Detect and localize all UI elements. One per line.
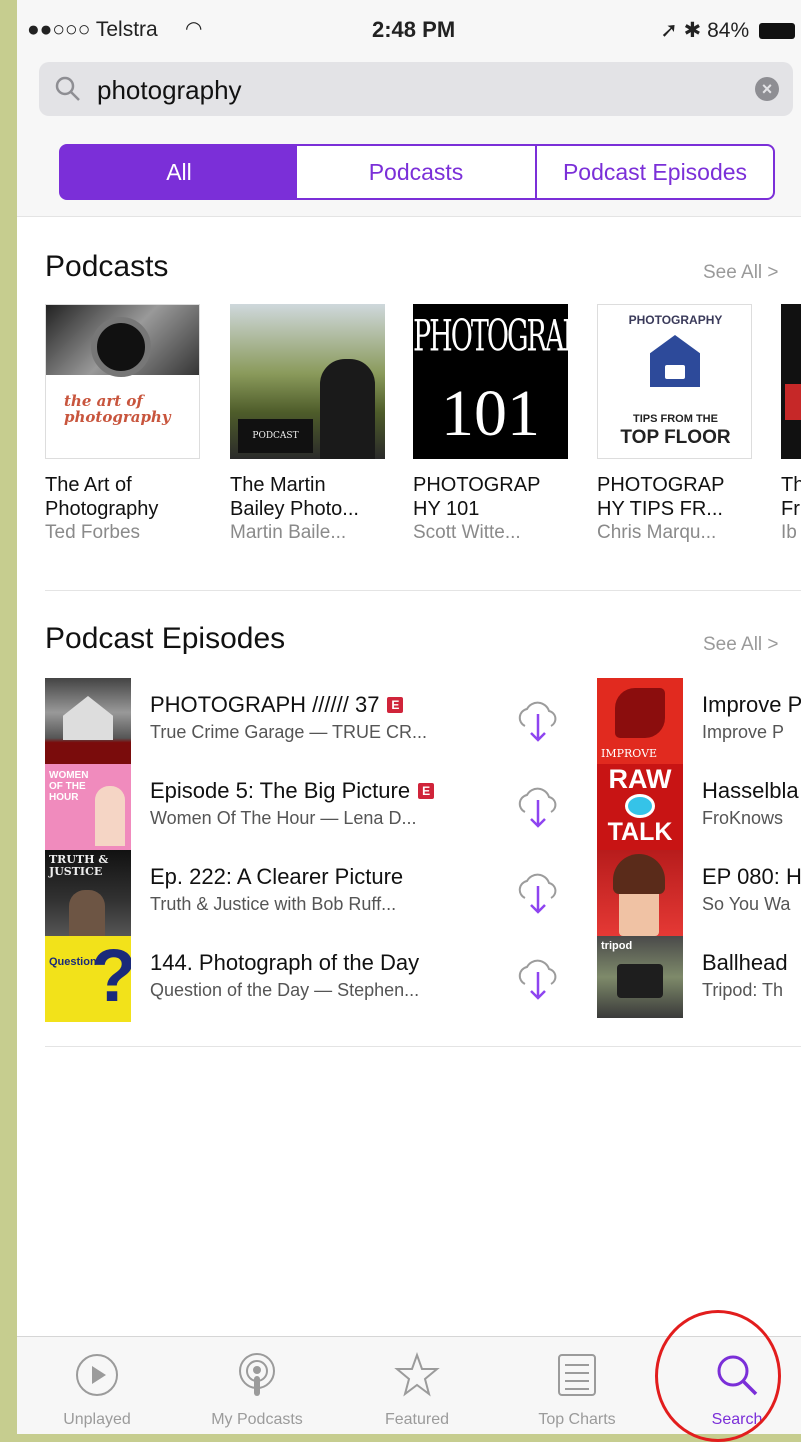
episode-title: 144. Photograph of the Day	[150, 950, 420, 975]
section-divider	[45, 590, 801, 591]
battery-percent: 84%	[707, 19, 750, 42]
episode-row[interactable]: IMPROVE Improve P Improve P	[597, 678, 801, 764]
search-icon	[55, 76, 80, 101]
episode-title: PHOTOGRAPH ////// 37 E	[150, 692, 404, 718]
episode-artwork	[597, 850, 683, 936]
podcast-card[interactable]: PHOTOGRAPHY 101 PHOTOGRAP HY 101 Scott W…	[413, 304, 583, 545]
search-input[interactable]: photography ×	[39, 62, 793, 116]
episode-row[interactable]: WOMEN OF THE HOUR Episode 5: The Big Pic…	[45, 764, 575, 850]
clock: 2:48 PM	[372, 17, 456, 42]
episode-title: Episode 5: The Big Picture E	[150, 778, 435, 804]
segment-podcasts[interactable]: Podcasts	[297, 144, 537, 200]
episode-artwork: IMPROVE	[597, 678, 683, 764]
podcast-card[interactable]: the art of photography The Art of Photog…	[45, 304, 215, 545]
explicit-badge: E	[387, 697, 404, 713]
episode-subtitle: Question of the Day — Stephen...	[150, 980, 420, 1000]
episode-title: Ballhead	[702, 950, 788, 975]
episode-artwork: RAW TALK	[597, 764, 683, 850]
download-cloud-icon[interactable]	[515, 868, 561, 916]
podcast-card[interactable]: PHOTOGRAPHY TIPS FROM THE TOP FLOOR PHOT…	[597, 304, 767, 545]
phone-screen: ●●○○○ Telstra ◠ 2:48 PM ➚ ✱ 84% photogra…	[17, 0, 801, 1434]
carrier-label: ●●○○○ Telstra	[27, 18, 158, 41]
play-circle-icon	[76, 1354, 118, 1396]
status-right: ➚ ✱ 84%	[660, 18, 795, 43]
highlight-circle-annotation	[655, 1310, 781, 1442]
battery-icon	[759, 23, 795, 39]
tab-top-charts[interactable]: Top Charts	[507, 1337, 647, 1434]
star-icon	[394, 1352, 440, 1397]
bluetooth-icon: ✱	[683, 19, 702, 42]
podcast-artwork: PHOTOGRAPHY TIPS FROM THE TOP FLOOR	[597, 304, 752, 459]
episode-subtitle: True Crime Garage — TRUE CR...	[150, 722, 428, 742]
episode-subtitle: FroKnows	[702, 808, 784, 828]
episode-subtitle: Women Of The Hour — Lena D...	[150, 808, 417, 828]
episodes-section-title: Podcast Episodes	[45, 622, 286, 655]
podcast-artwork	[781, 304, 801, 459]
episode-row[interactable]: RAW TALK Hasselbla FroKnows	[597, 764, 801, 850]
tab-featured[interactable]: Featured	[347, 1337, 487, 1434]
tab-unplayed[interactable]: Unplayed	[27, 1337, 167, 1434]
search-bar: photography ×	[17, 58, 801, 131]
status-bar: ●●○○○ Telstra ◠ 2:48 PM ➚ ✱ 84%	[17, 0, 801, 58]
section-divider	[45, 1046, 801, 1047]
wifi-icon: ◠	[185, 18, 203, 40]
episode-row[interactable]: TRUTH & JUSTICE Ep. 222: A Clearer Pictu…	[45, 850, 575, 936]
episode-row[interactable]: PHOTOGRAPH ////// 37 E True Crime Garage …	[45, 678, 575, 764]
episode-artwork: tripod	[597, 936, 683, 1018]
episode-title: Improve P	[702, 692, 801, 717]
explicit-badge: E	[418, 783, 435, 799]
podcasts-see-all-link[interactable]: See All >	[703, 262, 779, 284]
episode-artwork: TRUTH & JUSTICE	[45, 850, 131, 936]
episode-artwork	[45, 678, 131, 764]
segment-all[interactable]: All	[59, 144, 299, 200]
clear-search-icon[interactable]: ×	[755, 77, 779, 101]
search-query: photography	[97, 75, 242, 105]
download-cloud-icon[interactable]	[515, 954, 561, 1002]
download-cloud-icon[interactable]	[515, 782, 561, 830]
location-icon: ➚	[660, 19, 678, 42]
episode-title: Hasselbla	[702, 778, 799, 803]
scope-segmented-control: All Podcasts Podcast Episodes	[17, 130, 801, 217]
episode-title: Ep. 222: A Clearer Picture	[150, 864, 404, 889]
episode-subtitle: Truth & Justice with Bob Ruff...	[150, 894, 397, 914]
podcast-artwork: PHOTOGRAPHY 101	[413, 304, 568, 459]
download-cloud-icon[interactable]	[515, 696, 561, 744]
episode-artwork: WOMEN OF THE HOUR	[45, 764, 131, 850]
podcast-artwork: the art of photography	[45, 304, 200, 459]
episodes-see-all-link[interactable]: See All >	[703, 634, 779, 656]
episode-title: EP 080: H	[702, 864, 801, 889]
list-icon	[558, 1354, 596, 1396]
podcast-card[interactable]: Th Fr Ib	[781, 304, 801, 545]
episode-subtitle: Tripod: Th	[702, 980, 784, 1000]
episode-artwork: Question ?	[45, 936, 131, 1022]
segment-podcast-episodes[interactable]: Podcast Episodes	[535, 144, 775, 200]
podcast-card[interactable]: PODCAST The Martin Bailey Photo... Marti…	[230, 304, 400, 545]
episode-subtitle: Improve P	[702, 722, 785, 742]
podcast-icon	[239, 1353, 275, 1396]
tab-my-podcasts[interactable]: My Podcasts	[187, 1337, 327, 1434]
episode-row[interactable]: Question ? 144. Photograph of the Day Qu…	[45, 936, 575, 1022]
podcast-artwork: PODCAST	[230, 304, 385, 459]
episode-row[interactable]: tripod Ballhead Tripod: Th	[597, 936, 801, 1022]
episode-row[interactable]: EP 080: H So You Wa	[597, 850, 801, 936]
episode-subtitle: So You Wa	[702, 894, 791, 914]
podcasts-section-title: Podcasts	[45, 250, 169, 283]
